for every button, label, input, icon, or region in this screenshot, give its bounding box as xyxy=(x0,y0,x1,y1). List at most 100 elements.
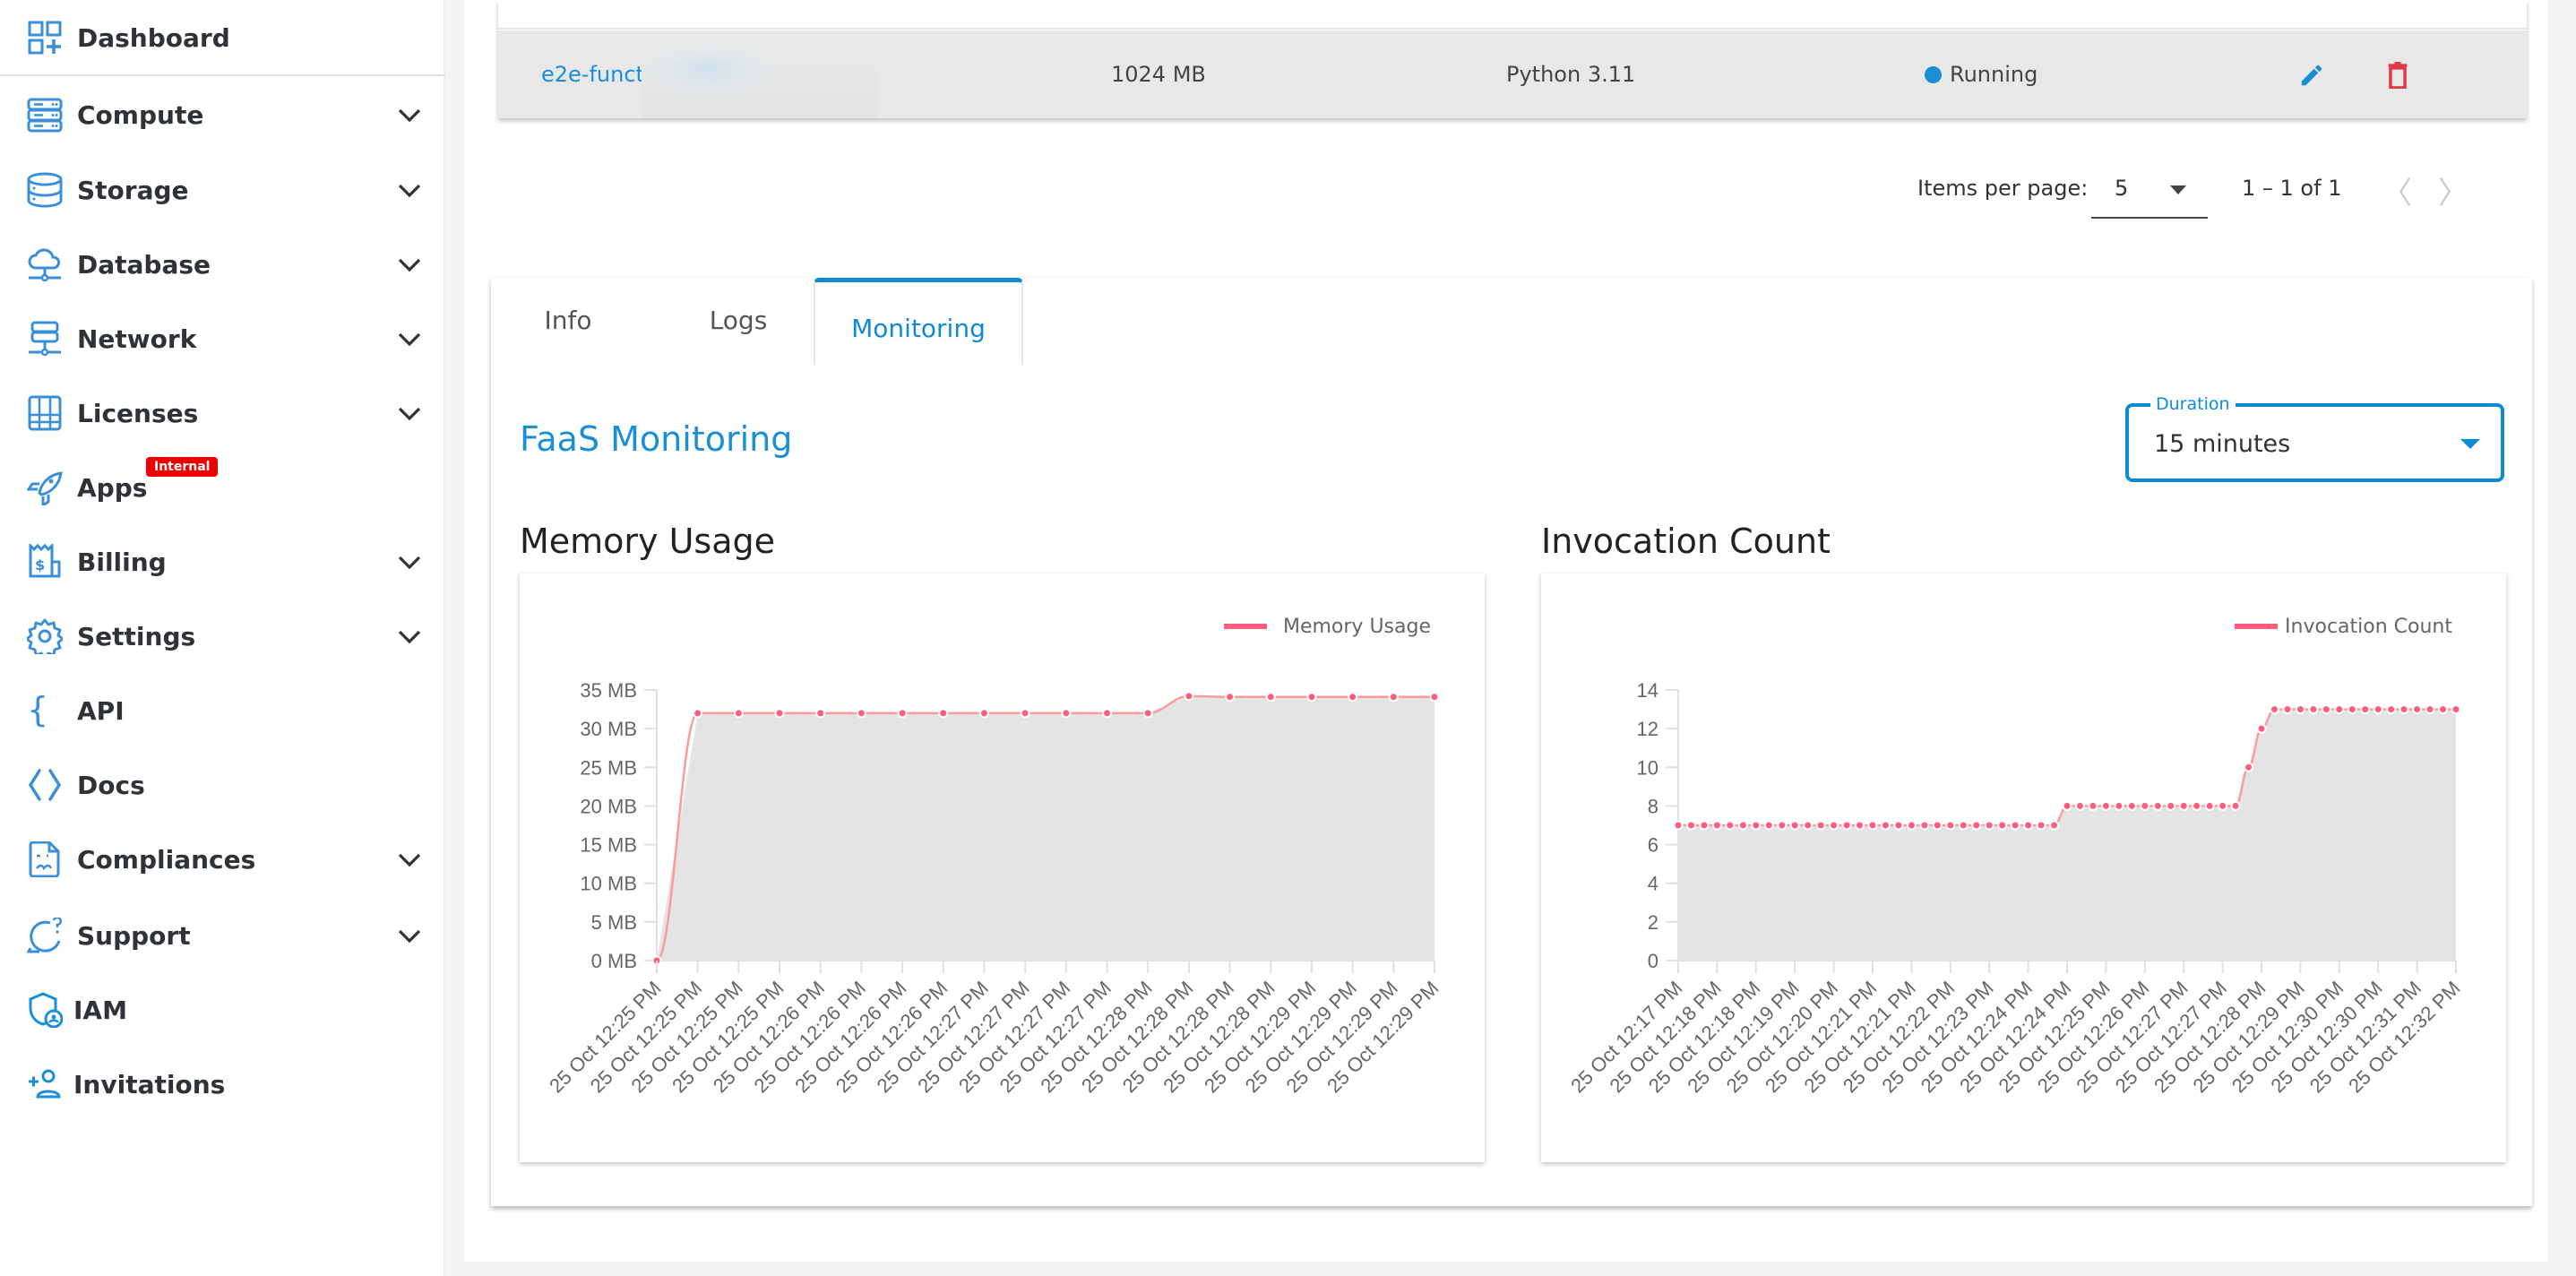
sidebar-item-licenses[interactable]: Licenses xyxy=(0,386,445,440)
sidebar-item-settings[interactable]: Settings xyxy=(0,609,445,663)
chevron-down-icon[interactable] xyxy=(396,101,423,128)
data-point xyxy=(1751,820,1762,831)
sidebar-item-support[interactable]: Support xyxy=(0,909,445,962)
chevron-down-icon[interactable] xyxy=(396,400,423,427)
data-point xyxy=(1184,691,1194,702)
table-row[interactable]: e2e-functi 1024 MB Python 3.11 Running xyxy=(498,30,2527,118)
duration-select[interactable]: Duration 15 minutes xyxy=(2125,394,2504,482)
chevron-down-icon[interactable] xyxy=(396,623,423,650)
sidebar-item-dashboard[interactable]: Dashboard xyxy=(0,11,445,65)
sidebar-divider xyxy=(0,74,445,76)
sidebar-item-apps[interactable]: Apps Internal xyxy=(0,457,445,514)
data-point xyxy=(2412,704,2423,715)
sidebar-item-label: Network xyxy=(77,323,197,354)
y-tick-label: 2 xyxy=(1648,911,1658,934)
chevron-down-icon[interactable] xyxy=(396,846,423,873)
data-point xyxy=(2218,800,2228,811)
data-point xyxy=(2062,800,2072,811)
data-point xyxy=(1673,820,1684,831)
series-area xyxy=(1678,709,2456,961)
data-point xyxy=(978,708,989,719)
data-point xyxy=(2023,820,2034,831)
data-point xyxy=(1711,820,1722,831)
runtime-cell: Python 3.11 xyxy=(1506,62,1636,87)
data-point xyxy=(1789,820,1800,831)
status-cell: Running xyxy=(1925,30,2038,118)
data-point xyxy=(1971,820,1982,831)
duration-label: Duration xyxy=(2150,394,2236,414)
data-point xyxy=(2204,800,2215,811)
sidebar-item-iam[interactable]: IAM xyxy=(0,983,445,1037)
series-area xyxy=(657,695,1434,961)
legend-swatch xyxy=(1224,624,1267,629)
chevron-down-icon[interactable] xyxy=(396,251,423,278)
data-point xyxy=(1737,820,1748,831)
memory-chart-title: Memory Usage xyxy=(520,522,776,561)
y-tick-label: 8 xyxy=(1648,795,1658,817)
data-point xyxy=(1958,820,1969,831)
data-point xyxy=(1803,820,1814,831)
chat-question-icon xyxy=(27,918,63,953)
sidebar-item-compute[interactable]: Compute xyxy=(0,88,445,142)
data-point xyxy=(733,708,744,719)
tab-monitoring[interactable]: Monitoring xyxy=(814,278,1023,365)
function-name-link[interactable]: e2e-functi xyxy=(541,30,650,118)
monitoring-title: FaaS Monitoring xyxy=(520,419,793,459)
licenses-grid-icon xyxy=(27,395,63,431)
sidebar-item-invitations[interactable]: Invitations xyxy=(0,1057,445,1111)
data-point xyxy=(1777,820,1788,831)
data-point xyxy=(1725,820,1736,831)
memory-cell: 1024 MB xyxy=(1111,62,1206,87)
y-tick-label: 0 xyxy=(1648,950,1658,972)
sidebar-item-compliances[interactable]: Compliances xyxy=(0,832,445,886)
data-point xyxy=(2386,704,2397,715)
data-point xyxy=(2399,704,2409,715)
chevron-down-icon[interactable] xyxy=(396,922,423,949)
dashboard-grid-icon xyxy=(27,20,63,56)
legend-label: Memory Usage xyxy=(1283,616,1431,638)
duration-value: 15 minutes xyxy=(2154,430,2291,458)
sidebar-item-network[interactable]: Network xyxy=(0,312,445,366)
sidebar-item-docs[interactable]: Docs xyxy=(0,758,445,812)
tab-logs[interactable]: Logs xyxy=(685,278,792,363)
dropdown-arrow-icon xyxy=(2170,185,2186,194)
cloud-network-icon xyxy=(27,246,63,282)
items-per-page-select[interactable]: 5 xyxy=(2091,161,2208,219)
data-point xyxy=(1348,692,1358,703)
shield-user-icon xyxy=(27,992,63,1028)
next-page-button[interactable]: 〉 xyxy=(2435,172,2471,211)
sidebar-item-billing[interactable]: $ Billing xyxy=(0,535,445,589)
data-point xyxy=(1984,820,1994,831)
data-point xyxy=(2230,800,2241,811)
y-tick-label: 35 MB xyxy=(580,679,637,702)
curly-braces-icon: { } xyxy=(27,693,63,729)
sidebar-item-database[interactable]: Database xyxy=(0,237,445,291)
y-tick-label: 15 MB xyxy=(580,834,637,857)
edit-button[interactable] xyxy=(2294,57,2330,93)
data-point xyxy=(2269,704,2279,715)
data-point xyxy=(2100,800,2111,811)
chevron-down-icon[interactable] xyxy=(396,325,423,352)
sidebar-item-api[interactable]: { } API xyxy=(0,684,445,737)
invocation-chart-title: Invocation Count xyxy=(1541,522,1831,561)
data-point xyxy=(815,708,826,719)
pencil-icon xyxy=(2301,65,2322,86)
tab-info[interactable]: Info xyxy=(523,278,613,363)
chevron-left-icon: 〈 xyxy=(2382,175,2412,211)
chevron-down-icon[interactable] xyxy=(396,548,423,575)
data-point xyxy=(2282,704,2293,715)
sidebar-item-label: Compliances xyxy=(77,844,256,875)
previous-page-button[interactable]: 〈 xyxy=(2379,172,2415,211)
data-point xyxy=(1815,820,1826,831)
document-icon xyxy=(27,841,63,877)
delete-button[interactable] xyxy=(2380,57,2416,93)
data-point xyxy=(1829,820,1839,831)
server-stack-icon xyxy=(27,97,63,133)
data-point xyxy=(2114,800,2124,811)
data-point xyxy=(1932,820,1943,831)
legend-label: Invocation Count xyxy=(2285,616,2452,638)
function-detail-panel: Info Logs Monitoring FaaS Monitoring Dur… xyxy=(491,278,2532,1206)
data-point xyxy=(2192,800,2202,811)
data-point xyxy=(1763,820,1774,831)
invocation-count-chart-svg: Invocation Count0246810121425 Oct 12:17 … xyxy=(1566,616,2464,1097)
